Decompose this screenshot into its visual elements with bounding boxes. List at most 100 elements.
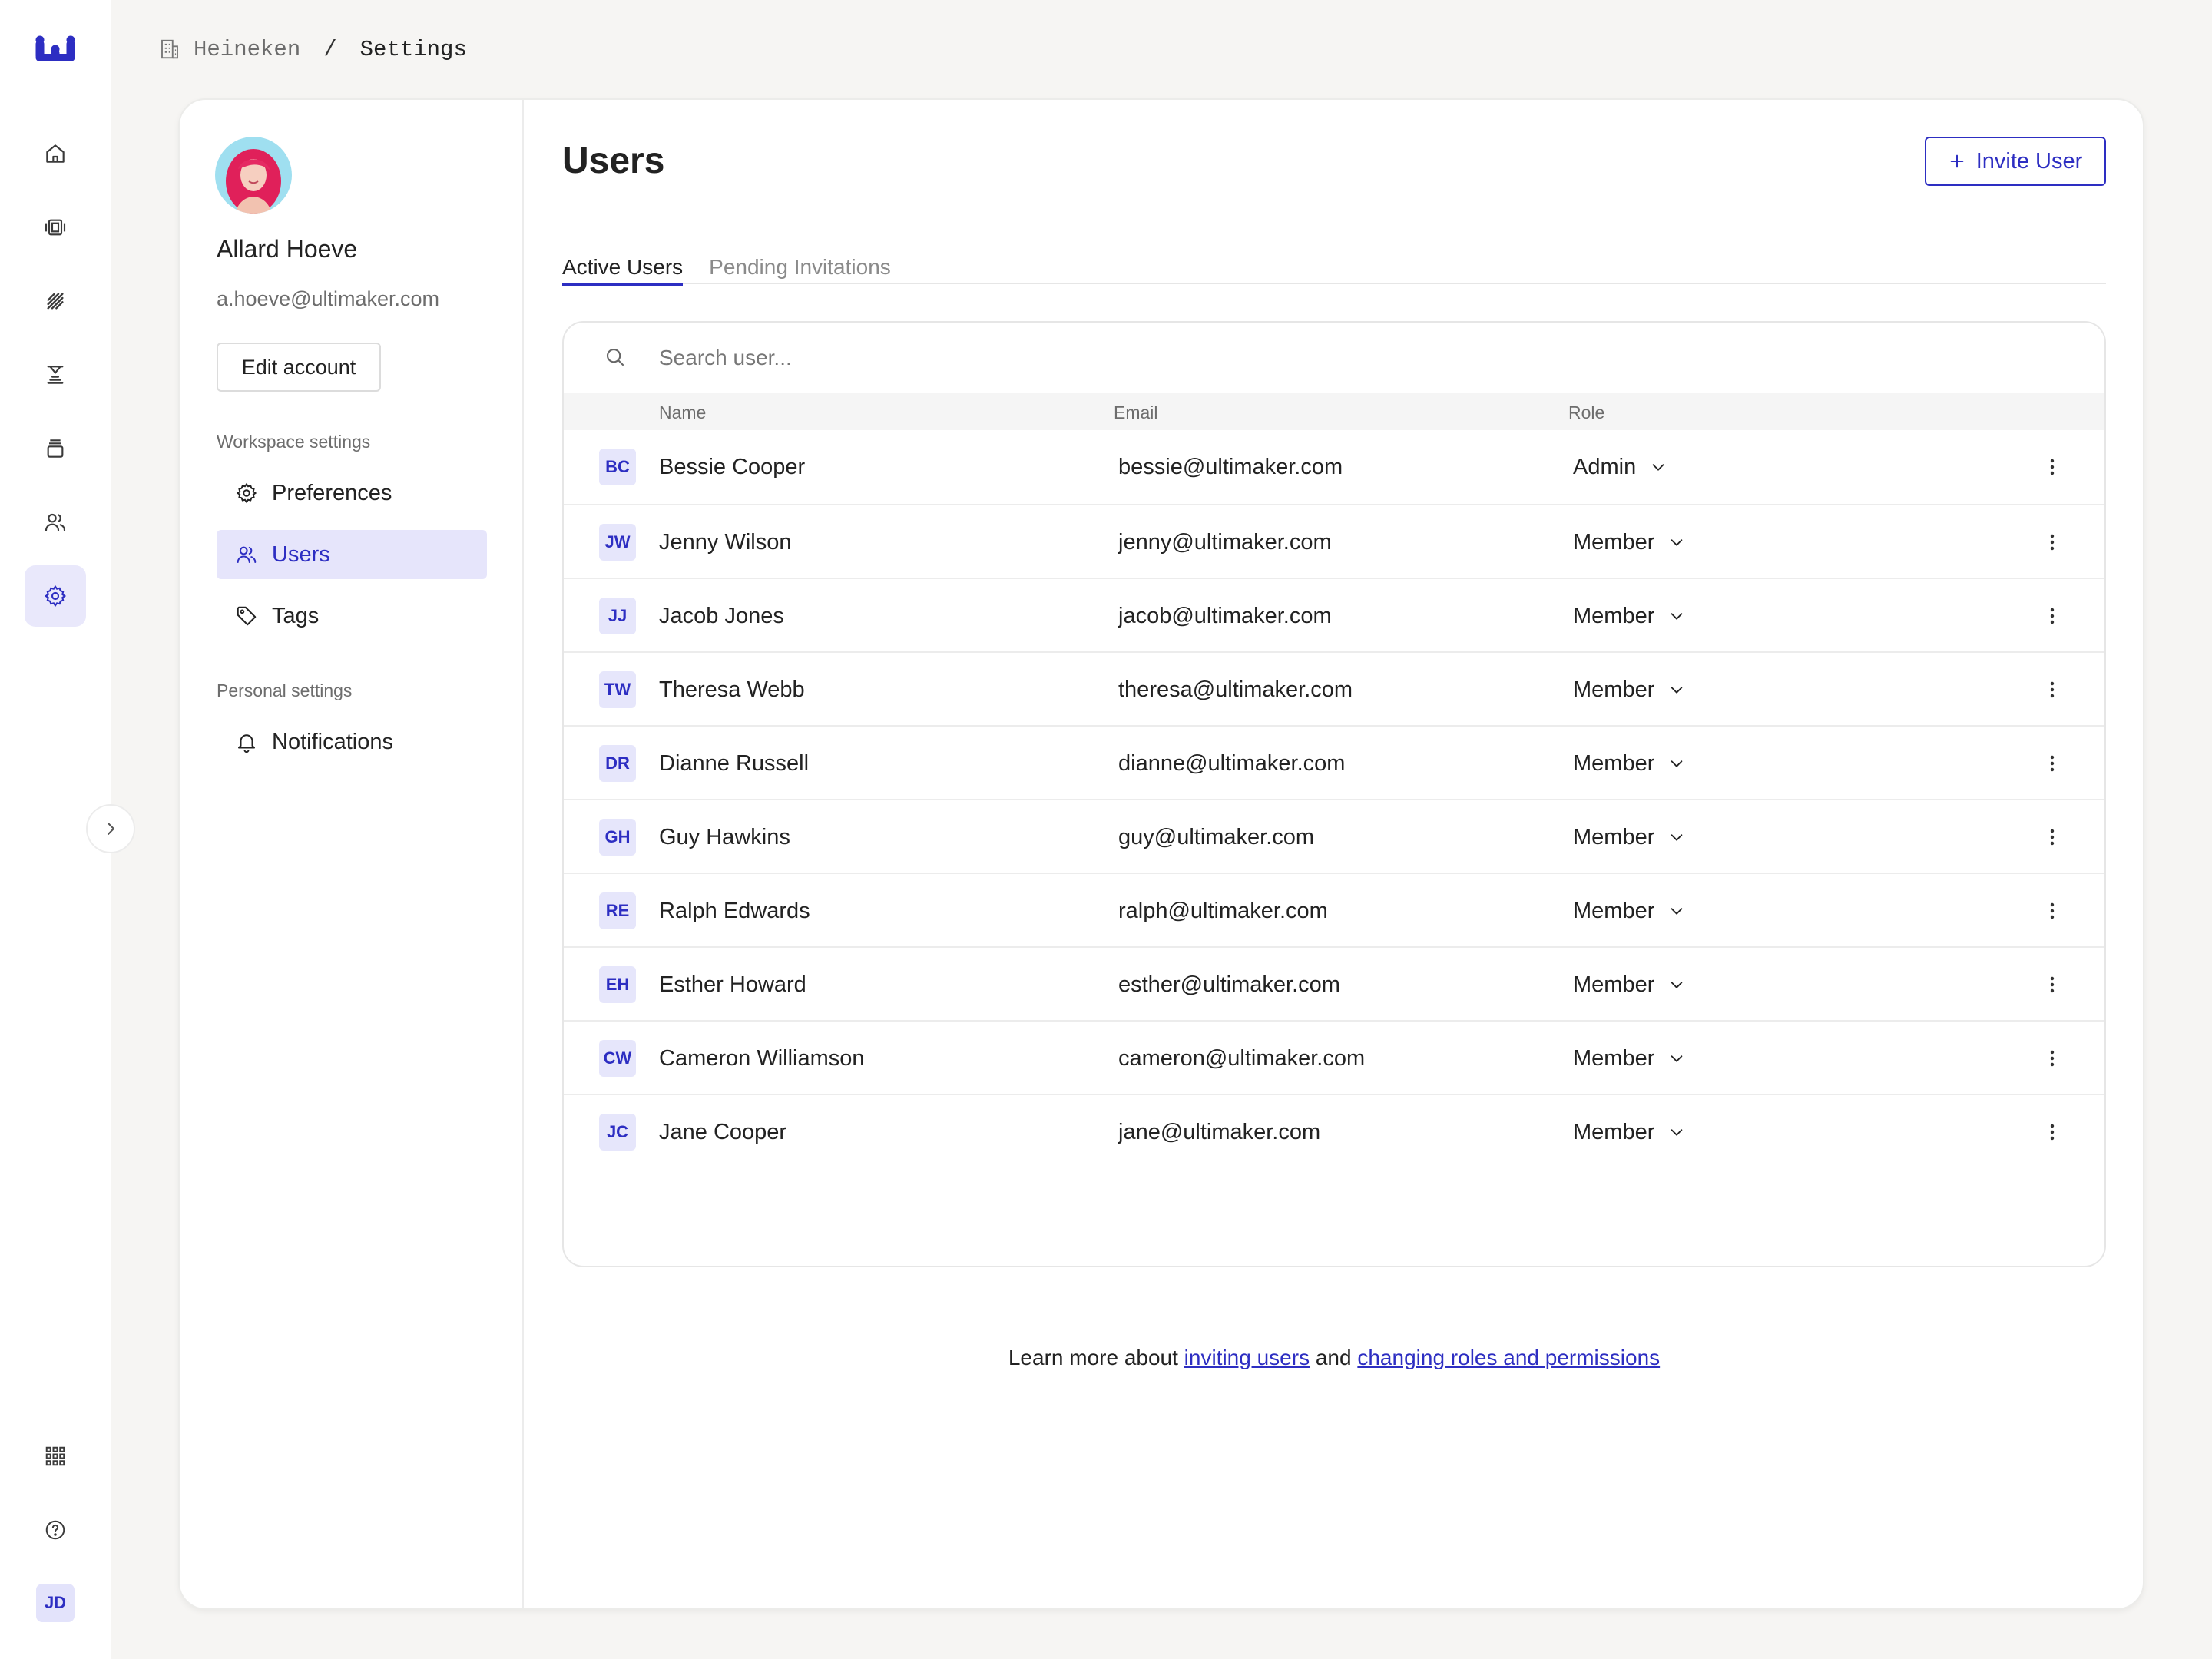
tag-icon: [237, 606, 257, 626]
column-header-email[interactable]: Email: [1114, 402, 1158, 423]
row-actions-button[interactable]: [2040, 1120, 2065, 1144]
role-dropdown[interactable]: Member: [1573, 822, 1685, 853]
tab-active-users[interactable]: Active Users: [562, 229, 684, 286]
nav-item-label: Notifications: [272, 729, 393, 754]
role-dropdown[interactable]: Member: [1573, 1117, 1685, 1147]
profile-avatar: [215, 137, 292, 214]
role-dropdown[interactable]: Member: [1573, 1043, 1685, 1074]
apps-grid-icon: [45, 1446, 65, 1466]
user-email: esther@ultimaker.com: [1118, 972, 1340, 997]
rail-layers-button[interactable]: [25, 197, 86, 258]
user-email: theresa@ultimaker.com: [1118, 677, 1353, 702]
user-initials-avatar: JJ: [599, 598, 636, 634]
roles-permissions-link[interactable]: changing roles and permissions: [1357, 1346, 1660, 1369]
inviting-users-link[interactable]: inviting users: [1184, 1346, 1310, 1369]
row-actions-button[interactable]: [2040, 677, 2065, 702]
user-name: Jane Cooper: [659, 1120, 787, 1144]
breadcrumb: Heineken / Settings: [158, 34, 467, 65]
building-icon: [161, 39, 178, 59]
table-header: Name Email Role: [564, 393, 2104, 430]
chevron-down-icon: [1671, 539, 1683, 546]
role-dropdown[interactable]: Member: [1573, 748, 1685, 779]
home-icon: [46, 144, 65, 163]
user-name: Esther Howard: [659, 972, 806, 997]
more-vertical-icon: [2050, 459, 2055, 475]
role-value: Member: [1573, 529, 1655, 555]
ultimaker-logo-icon[interactable]: [34, 34, 77, 65]
rail-printer-button[interactable]: [25, 344, 86, 406]
row-actions-button[interactable]: [2040, 1046, 2065, 1071]
chevron-down-icon: [1671, 908, 1683, 915]
row-actions-button[interactable]: [2040, 972, 2065, 997]
role-dropdown[interactable]: Member: [1573, 674, 1685, 705]
role-dropdown[interactable]: Member: [1573, 601, 1685, 631]
rail-home-button[interactable]: [25, 123, 86, 184]
nav-item-tags[interactable]: Tags: [217, 591, 487, 641]
role-dropdown[interactable]: Member: [1573, 896, 1685, 926]
footer-prefix: Learn more about: [1008, 1346, 1184, 1369]
role-dropdown[interactable]: Admin: [1573, 452, 1667, 482]
help-icon: [45, 1520, 65, 1540]
chevron-down-icon: [1671, 1055, 1683, 1062]
user-email: dianne@ultimaker.com: [1118, 751, 1346, 776]
footer-middle: and: [1310, 1346, 1358, 1369]
rail-apps-button[interactable]: [25, 1426, 86, 1487]
role-value: Member: [1573, 972, 1655, 997]
rail-library-button[interactable]: [25, 418, 86, 479]
user-initials-avatar: TW: [599, 671, 636, 708]
breadcrumb-org-link[interactable]: Heineken: [194, 37, 300, 62]
nav-item-label: Preferences: [272, 480, 392, 505]
workspace-settings-label: Workspace settings: [217, 432, 371, 452]
nav-item-preferences[interactable]: Preferences: [217, 469, 487, 518]
row-actions-button[interactable]: [2040, 604, 2065, 628]
table-row: GH Guy Hawkins guy@ultimaker.com Member: [564, 799, 2104, 873]
search-icon: [606, 348, 624, 366]
search-bar: [564, 323, 2104, 393]
role-value: Member: [1573, 1119, 1655, 1144]
nav-item-users[interactable]: Users: [217, 530, 487, 579]
rail-settings-button[interactable]: [25, 565, 86, 627]
role-value: Member: [1573, 1045, 1655, 1071]
role-dropdown[interactable]: Member: [1573, 969, 1685, 1000]
rail-help-button[interactable]: [25, 1499, 86, 1561]
more-vertical-icon: [2050, 976, 2055, 993]
column-header-role[interactable]: Role: [1568, 402, 1604, 423]
chevron-down-icon: [1671, 982, 1683, 988]
table-row: CW Cameron Williamson cameron@ultimaker.co…: [564, 1020, 2104, 1094]
column-header-name[interactable]: Name: [659, 402, 706, 423]
user-avatar[interactable]: JD: [36, 1584, 75, 1622]
row-actions-button[interactable]: [2040, 530, 2065, 555]
nav-item-notifications[interactable]: Notifications: [217, 717, 487, 767]
gear-icon: [44, 584, 67, 608]
role-value: Member: [1573, 750, 1655, 776]
user-initials-avatar: GH: [599, 819, 636, 856]
help-footer: Learn more about inviting users and chan…: [562, 1346, 2106, 1370]
row-actions-button[interactable]: [2040, 751, 2065, 776]
chevron-down-icon: [1671, 687, 1683, 694]
role-dropdown[interactable]: Member: [1573, 527, 1685, 558]
rail-stripes-button[interactable]: [25, 270, 86, 332]
user-name: Jenny Wilson: [659, 530, 792, 555]
row-actions-button[interactable]: [2040, 825, 2065, 849]
edit-account-button[interactable]: Edit account: [217, 343, 381, 392]
search-input[interactable]: [659, 338, 1350, 378]
row-actions-button[interactable]: [2040, 899, 2065, 923]
user-initials-avatar: BC: [599, 449, 636, 485]
rail-people-button[interactable]: [25, 492, 86, 553]
printer-icon: [47, 366, 64, 384]
chevron-right-icon: [108, 823, 114, 835]
expand-rail-button[interactable]: [86, 804, 135, 853]
table-row: DR Dianne Russell dianne@ultimaker.com Memb…: [564, 725, 2104, 799]
invite-user-button[interactable]: Invite User: [1925, 137, 2106, 186]
user-email: cameron@ultimaker.com: [1118, 1046, 1366, 1071]
library-icon: [47, 439, 64, 458]
table-row: BC Bessie Cooper bessie@ultimaker.com Admin: [564, 430, 2104, 504]
user-email: bessie@ultimaker.com: [1118, 455, 1343, 479]
role-value: Member: [1573, 677, 1655, 702]
table-row: TW Theresa Webb theresa@ultimaker.com Membe…: [564, 651, 2104, 725]
users-icon: [237, 546, 257, 563]
tab-pending-invitations[interactable]: Pending Invitations: [709, 229, 891, 284]
row-actions-button[interactable]: [2040, 455, 2065, 479]
profile-email: a.hoeve@ultimaker.com: [217, 287, 440, 310]
stripes-icon: [47, 293, 64, 310]
